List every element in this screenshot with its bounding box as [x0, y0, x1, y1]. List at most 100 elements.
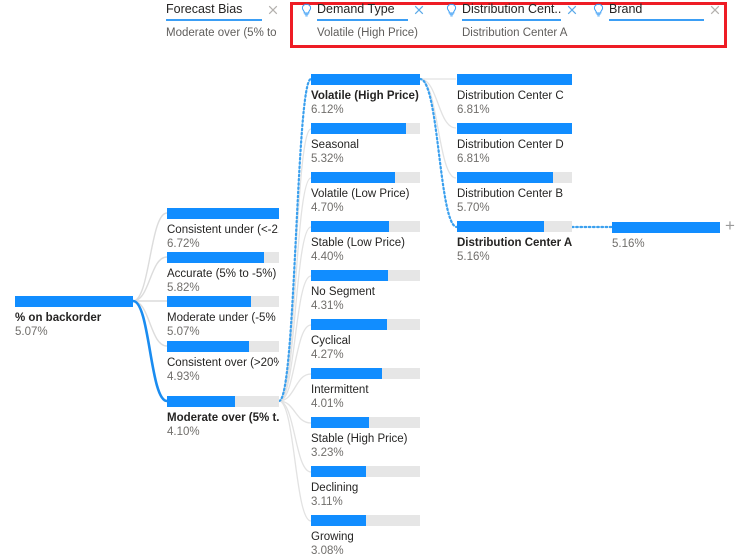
lightbulb-icon[interactable] [445, 3, 458, 18]
node-bar-track [457, 221, 572, 232]
drill-header-title[interactable]: Brand [609, 2, 704, 21]
node-bar-track [311, 319, 420, 330]
expand-level-button[interactable]: + [725, 217, 735, 234]
node-bar-track [167, 208, 279, 219]
node-bar-track [15, 296, 133, 307]
tree-node-demand-type-2[interactable]: Volatile (Low Price) 4.70% [311, 172, 420, 215]
node-bar-track [311, 172, 420, 183]
node-bar-track [167, 341, 279, 352]
drill-header-title[interactable]: Demand Type [317, 2, 408, 21]
node-bar-fill [167, 296, 252, 307]
node-bar-track [311, 368, 420, 379]
node-label: Distribution Center A [457, 237, 572, 249]
drill-header-demand-type[interactable]: Demand Type Volatile (High Price) [300, 0, 426, 50]
node-bar-fill [167, 341, 250, 352]
tree-node-forecast-bias-0[interactable]: Consistent under (<-2... 6.72% [167, 208, 279, 251]
node-value: 4.40% [311, 251, 344, 263]
tree-node-brand-0[interactable]: 5.16% [612, 222, 720, 251]
drill-header-title[interactable]: Forecast Bias [166, 2, 262, 21]
drill-header-subtitle: Volatile (High Price) [317, 27, 418, 39]
demand-to-dc-links [419, 78, 457, 179]
tree-node-forecast-bias-4[interactable]: Moderate over (5% t... 4.10% [167, 396, 279, 439]
node-label: Growing [311, 531, 354, 543]
drill-header-forecast-bias[interactable]: Forecast Bias Moderate over (5% to ... [166, 0, 280, 50]
node-bar-track [457, 123, 572, 134]
node-label: Stable (High Price) [311, 433, 408, 445]
node-bar-fill [167, 396, 236, 407]
node-value: 4.93% [167, 371, 200, 383]
node-bar-fill [457, 221, 545, 232]
tree-node-forecast-bias-3[interactable]: Consistent over (>20%) 4.93% [167, 341, 279, 384]
node-value: 5.07% [167, 326, 200, 338]
close-icon[interactable] [565, 3, 579, 17]
node-bar-fill [612, 222, 720, 233]
node-bar-fill [167, 208, 279, 219]
node-bar-fill [311, 74, 420, 85]
node-bar-fill [457, 172, 554, 183]
node-label: Intermittent [311, 384, 369, 396]
node-value: 4.01% [311, 398, 344, 410]
node-bar-track [457, 74, 572, 85]
node-value: 5.16% [457, 251, 490, 263]
drill-header-title[interactable]: Distribution Cent... [462, 2, 561, 21]
node-value: 6.81% [457, 104, 490, 116]
drill-header-brand[interactable]: Brand [592, 0, 722, 50]
tree-node-demand-type-0[interactable]: Volatile (High Price) 6.12% [311, 74, 420, 117]
node-value: 3.11% [311, 496, 343, 508]
node-bar-fill [311, 515, 366, 526]
node-bar-track [167, 252, 279, 263]
node-value: 6.81% [457, 153, 490, 165]
tree-node-demand-type-7[interactable]: Stable (High Price) 3.23% [311, 417, 420, 460]
root-to-forecast-links [132, 212, 168, 347]
tree-node-demand-type-5[interactable]: Cyclical 4.27% [311, 319, 420, 362]
node-value: 5.70% [457, 202, 490, 214]
close-icon[interactable] [412, 3, 426, 17]
lightbulb-icon[interactable] [300, 3, 313, 18]
node-bar-fill [457, 74, 572, 85]
tree-node-distribution-center-0[interactable]: Distribution Center C 6.81% [457, 74, 572, 117]
node-bar-track [311, 270, 420, 281]
tree-node-distribution-center-2[interactable]: Distribution Center B 5.70% [457, 172, 572, 215]
close-icon[interactable] [708, 3, 722, 17]
tree-node-forecast-bias-1[interactable]: Accurate (5% to -5%) 5.82% [167, 252, 279, 295]
node-label: No Segment [311, 286, 375, 298]
tree-node-demand-type-3[interactable]: Stable (Low Price) 4.40% [311, 221, 420, 264]
node-label: Declining [311, 482, 359, 494]
node-bar-track [311, 466, 420, 477]
node-bar-fill [311, 270, 388, 281]
node-bar-fill [15, 296, 133, 307]
lightbulb-icon[interactable] [592, 3, 605, 18]
demand-to-dc-a-link [418, 77, 459, 229]
node-bar-fill [311, 172, 395, 183]
node-value: 3.08% [311, 545, 344, 557]
node-value: 6.72% [167, 238, 200, 250]
close-icon[interactable] [266, 3, 280, 17]
node-bar-fill [311, 123, 406, 134]
node-label: Stable (Low Price) [311, 237, 405, 249]
node-label: Distribution Center D [457, 139, 564, 151]
node-bar-track [167, 296, 279, 307]
tree-node-demand-type-9[interactable]: Growing 3.08% [311, 515, 420, 558]
tree-node-demand-type-8[interactable]: Declining 3.11% [311, 466, 420, 509]
node-bar-fill [167, 252, 264, 263]
tree-node-demand-type-6[interactable]: Intermittent 4.01% [311, 368, 420, 411]
node-value: 5.07% [15, 326, 48, 338]
forecast-to-demand-links [278, 128, 312, 522]
node-label: Distribution Center B [457, 188, 564, 200]
tree-node-forecast-bias-2[interactable]: Moderate under (-5% ... 5.07% [167, 296, 279, 339]
drill-header-subtitle: Distribution Center A [462, 27, 568, 39]
drill-header-distribution-center[interactable]: Distribution Cent... Distribution Center… [445, 0, 579, 50]
node-bar-track [167, 396, 279, 407]
tree-node-distribution-center-1[interactable]: Distribution Center D 6.81% [457, 123, 572, 166]
tree-node-root[interactable]: % on backorder 5.07% [15, 296, 133, 339]
tree-node-demand-type-1[interactable]: Seasonal 5.32% [311, 123, 420, 166]
node-bar-track [457, 172, 572, 183]
node-bar-fill [311, 417, 369, 428]
tree-node-distribution-center-3[interactable]: Distribution Center A 5.16% [457, 221, 572, 264]
node-value: 6.12% [311, 104, 344, 116]
tree-node-demand-type-4[interactable]: No Segment 4.31% [311, 270, 420, 313]
node-value: 5.82% [167, 282, 200, 294]
node-bar-fill [311, 319, 388, 330]
node-label: Volatile (Low Price) [311, 188, 410, 200]
node-value: 4.31% [311, 300, 344, 312]
